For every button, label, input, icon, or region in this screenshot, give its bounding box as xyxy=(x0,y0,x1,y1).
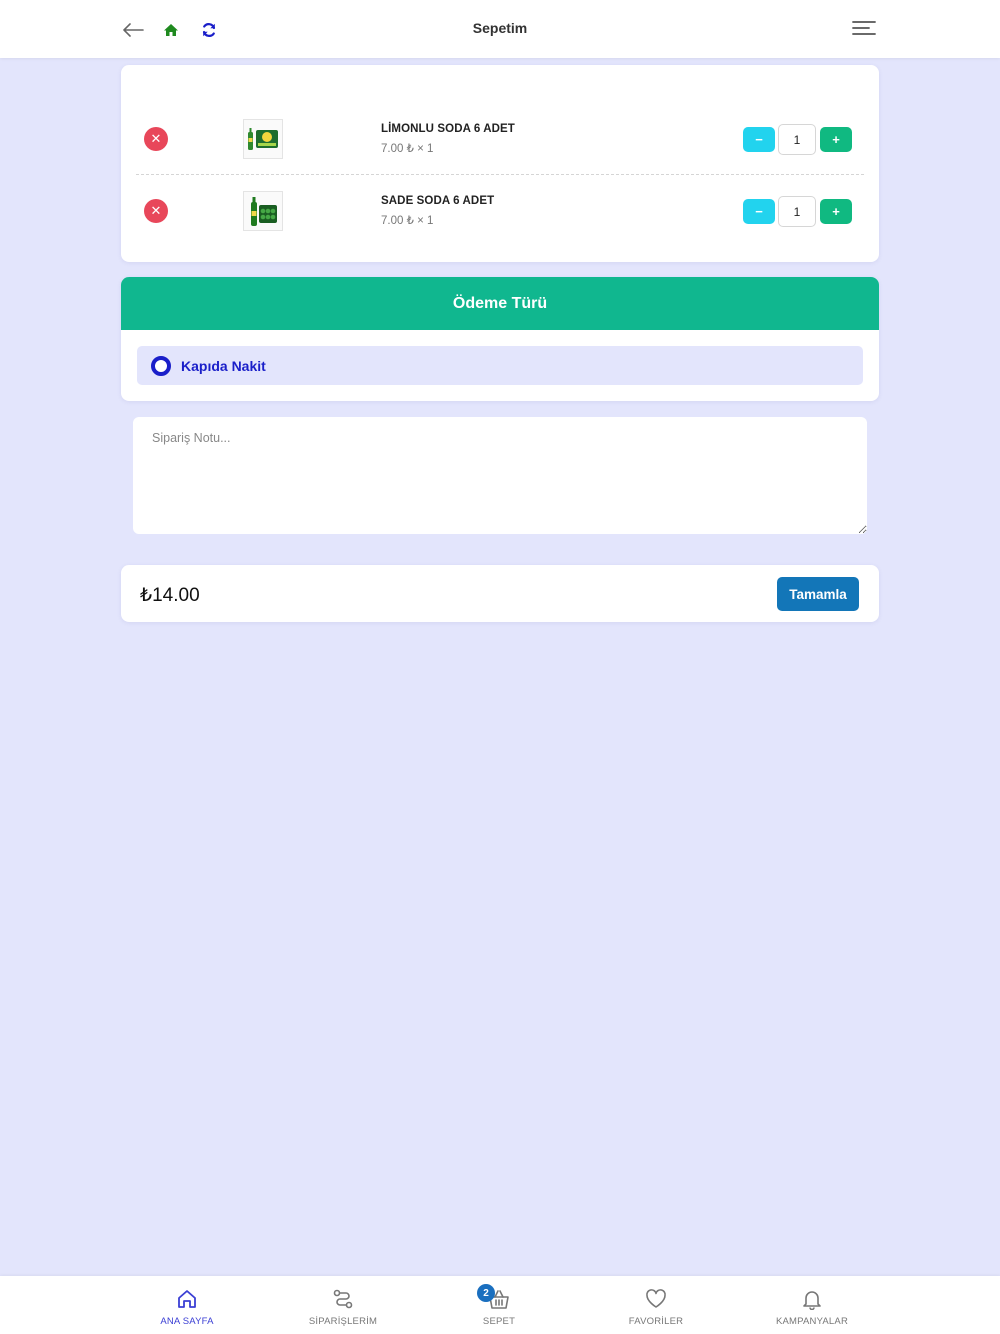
payment-option-cash[interactable]: Kapıda Nakit xyxy=(137,346,863,385)
quantity-input[interactable] xyxy=(778,196,816,227)
bell-icon xyxy=(803,1291,821,1310)
cart-item: ✕ SADE SODA 6 ADET 7.00 ₺ × 1 − + xyxy=(121,65,879,231)
product-image xyxy=(243,119,283,159)
payment-option-label: Kapıda Nakit xyxy=(181,357,266,374)
nav-item-favorites[interactable]: FAVORİLER xyxy=(596,1286,716,1327)
order-note-input[interactable] xyxy=(133,417,867,534)
payment-card: Ödeme Türü Kapıda Nakit xyxy=(121,277,879,401)
menu-button[interactable] xyxy=(850,18,878,42)
nav-item-orders[interactable]: SİPARİŞLERİM xyxy=(283,1286,403,1327)
item-divider xyxy=(136,174,864,175)
nav-label: FAVORİLER xyxy=(628,1316,684,1327)
quantity-input[interactable] xyxy=(778,124,816,155)
product-price: 7.00 ₺ × 1 xyxy=(381,215,434,227)
cart-count-badge: 2 xyxy=(477,1284,495,1302)
nav-label: KAMPANYALAR xyxy=(775,1316,849,1327)
nav-item-campaigns[interactable]: KAMPANYALAR xyxy=(752,1286,872,1327)
heart-icon xyxy=(646,1289,666,1308)
nav-label: ANA SAYFA xyxy=(160,1316,214,1327)
nav-item-cart[interactable]: 2 SEPET xyxy=(439,1284,559,1327)
home-outline-icon xyxy=(178,1290,196,1308)
radio-selected-icon[interactable] xyxy=(151,355,171,376)
nav-label: SEPET xyxy=(482,1316,516,1327)
close-icon: ✕ xyxy=(150,131,162,146)
menu-icon xyxy=(852,21,876,35)
decrease-quantity-button[interactable]: − xyxy=(743,127,775,152)
complete-order-button[interactable]: Tamamla xyxy=(777,577,859,611)
decrease-quantity-button[interactable]: − xyxy=(743,199,775,224)
nav-label: SİPARİŞLERİM xyxy=(308,1316,378,1327)
close-icon: ✕ xyxy=(150,203,162,218)
total-amount: ₺14.00 xyxy=(140,585,200,606)
route-icon xyxy=(333,1289,353,1309)
nav-item-home[interactable]: ANA SAYFA xyxy=(127,1286,247,1327)
bottom-navigation: ANA SAYFA SİPARİŞLERİM 2 SEPET FAVORİLER… xyxy=(0,1276,1000,1334)
increase-quantity-button[interactable]: + xyxy=(820,199,852,224)
top-bar: Sepetim xyxy=(0,0,1000,58)
product-price: 7.00 ₺ × 1 xyxy=(381,143,434,155)
cart-card: ✕ LİMONLU SODA 6 ADET 7.00 ₺ × 1 − + ✕ xyxy=(121,65,879,262)
product-image xyxy=(243,191,283,231)
product-name: SADE SODA 6 ADET xyxy=(381,195,495,207)
payment-title: Ödeme Türü xyxy=(121,277,879,330)
remove-item-button[interactable]: ✕ xyxy=(144,199,168,223)
total-card: ₺14.00 Tamamla xyxy=(121,565,879,622)
increase-quantity-button[interactable]: + xyxy=(820,127,852,152)
remove-item-button[interactable]: ✕ xyxy=(144,127,168,151)
